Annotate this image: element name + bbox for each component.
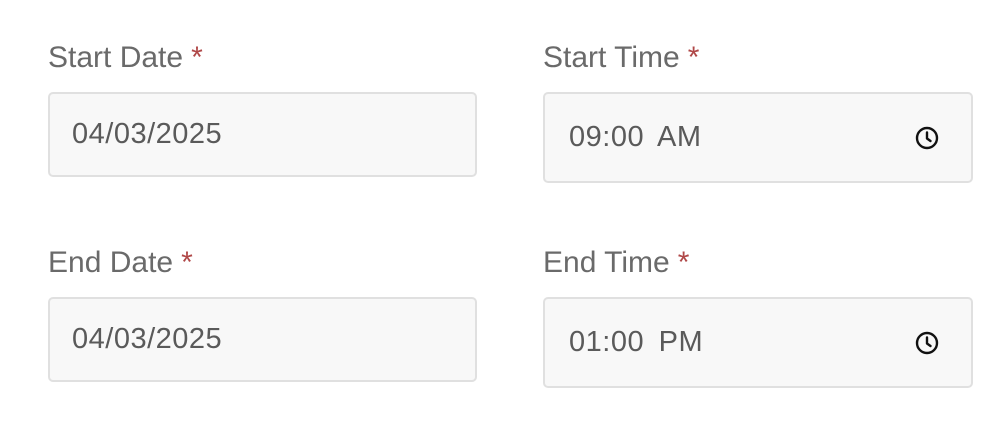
end-date-value: 04/03/2025: [72, 323, 223, 355]
start-date-label-text: Start Date: [48, 41, 184, 74]
start-time-value: 09:00 AM: [569, 121, 702, 153]
start-date-label: Start Date *: [48, 40, 203, 76]
end-date-label-text: End Date: [48, 246, 174, 279]
end-time-value: 01:00 PM: [569, 326, 704, 358]
end-date-label: End Date *: [48, 245, 193, 281]
clock-icon[interactable]: [915, 331, 939, 355]
start-time-label: Start Time *: [543, 40, 699, 76]
required-asterisk: *: [677, 246, 690, 279]
start-time-label-text: Start Time: [543, 41, 680, 74]
end-time-label: End Time *: [543, 245, 689, 281]
required-asterisk: *: [191, 41, 203, 74]
clock-icon[interactable]: [915, 126, 939, 150]
required-asterisk: *: [687, 41, 700, 74]
end-date-input[interactable]: 04/03/2025: [48, 297, 477, 382]
start-date-input[interactable]: 04/03/2025: [48, 92, 477, 177]
end-time-label-text: End Time: [543, 246, 670, 279]
required-asterisk: *: [181, 246, 193, 279]
start-time-input[interactable]: 09:00 AM: [543, 92, 973, 183]
end-time-input[interactable]: 01:00 PM: [543, 297, 973, 388]
start-date-value: 04/03/2025: [72, 118, 223, 150]
